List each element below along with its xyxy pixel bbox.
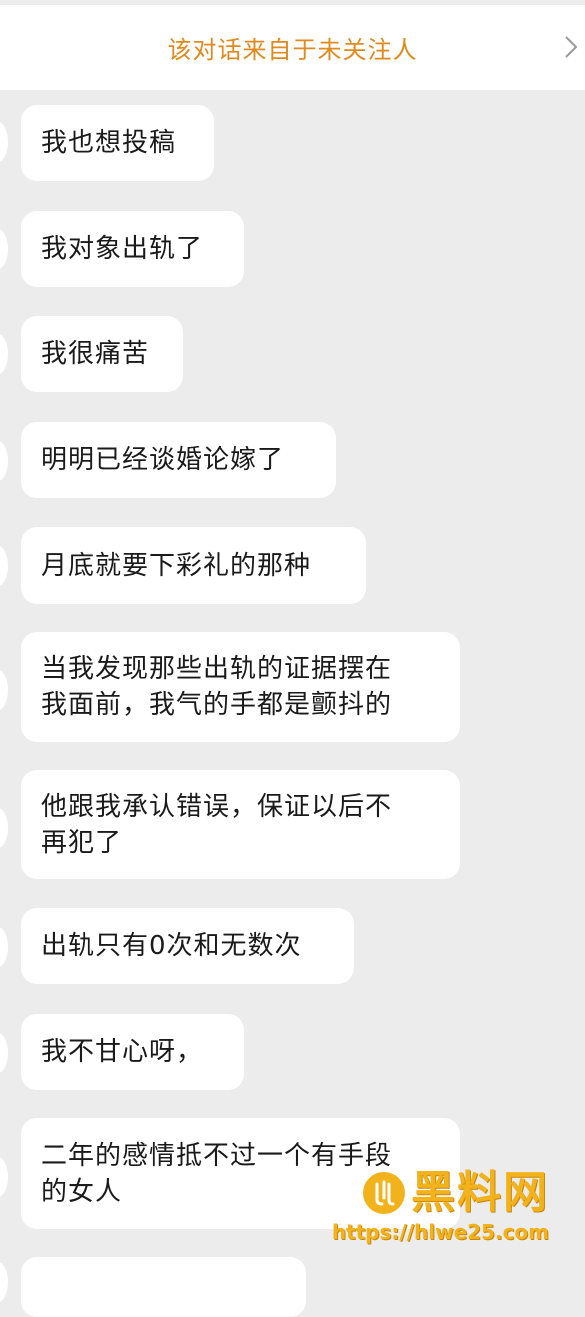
avatar[interactable] — [0, 1157, 8, 1197]
message-bubble[interactable]: 月底就要下彩礼的那种 — [21, 527, 366, 604]
watermark-title: 黑料网 — [411, 1167, 549, 1218]
avatar[interactable] — [0, 1033, 8, 1073]
message-list[interactable]: 我也想投稿 我对象出轨了 我很痛苦 明明已经谈婚论嫁了 月底就要下彩礼的那种 当… — [0, 90, 585, 1317]
watermark-url: https://hlwe25.com — [331, 1220, 549, 1244]
watermark: 黑料网 https://hlwe25.com — [331, 1167, 549, 1245]
message-text: 我很痛苦 — [41, 339, 150, 369]
message-text: 明明已经谈婚论嫁了 — [41, 445, 285, 475]
message-bubble[interactable]: 出轨只有0次和无数次 — [21, 908, 354, 984]
message-bubble[interactable]: 我也想投稿 — [21, 105, 214, 181]
message-bubble[interactable]: 我不甘心呀， — [21, 1014, 244, 1090]
avatar[interactable] — [0, 441, 8, 481]
avatar[interactable] — [0, 334, 8, 374]
avatar[interactable] — [0, 122, 8, 162]
avatar[interactable] — [0, 670, 8, 710]
avatar[interactable] — [0, 229, 8, 269]
chevron-right-icon — [565, 36, 578, 58]
message-bubble[interactable]: 我对象出轨了 — [21, 211, 244, 287]
stranger-notice-banner[interactable]: 该对话来自于未关注人 — [0, 5, 585, 90]
message-bubble[interactable]: 他跟我承认错误，保证以后不 再犯了 — [21, 770, 460, 879]
message-text: 月底就要下彩礼的那种 — [41, 550, 312, 581]
message-bubble[interactable]: 明明已经谈婚论嫁了 — [21, 422, 336, 498]
message-bubble[interactable] — [21, 1257, 306, 1317]
message-text: 我对象出轨了 — [41, 234, 204, 264]
avatar[interactable] — [0, 546, 8, 586]
message-text: 当我发现那些出轨的证据摆在 我面前，我气的手都是颤抖的 — [41, 654, 393, 720]
message-text: 出轨只有0次和无数次 — [41, 931, 302, 961]
message-text: 他跟我承认错误，保证以后不 再犯了 — [41, 791, 393, 858]
avatar[interactable] — [0, 927, 8, 967]
message-text: 我不甘心呀， — [41, 1037, 204, 1067]
avatar[interactable] — [0, 1262, 8, 1302]
message-text: 我也想投稿 — [41, 128, 177, 158]
message-bubble[interactable]: 当我发现那些出轨的证据摆在 我面前，我气的手都是颤抖的 — [21, 632, 460, 742]
avatar[interactable] — [0, 808, 8, 848]
banner-text: 该对话来自于未关注人 — [167, 36, 418, 64]
message-bubble[interactable]: 我很痛苦 — [21, 316, 183, 392]
watermark-logo-icon — [363, 1172, 405, 1214]
